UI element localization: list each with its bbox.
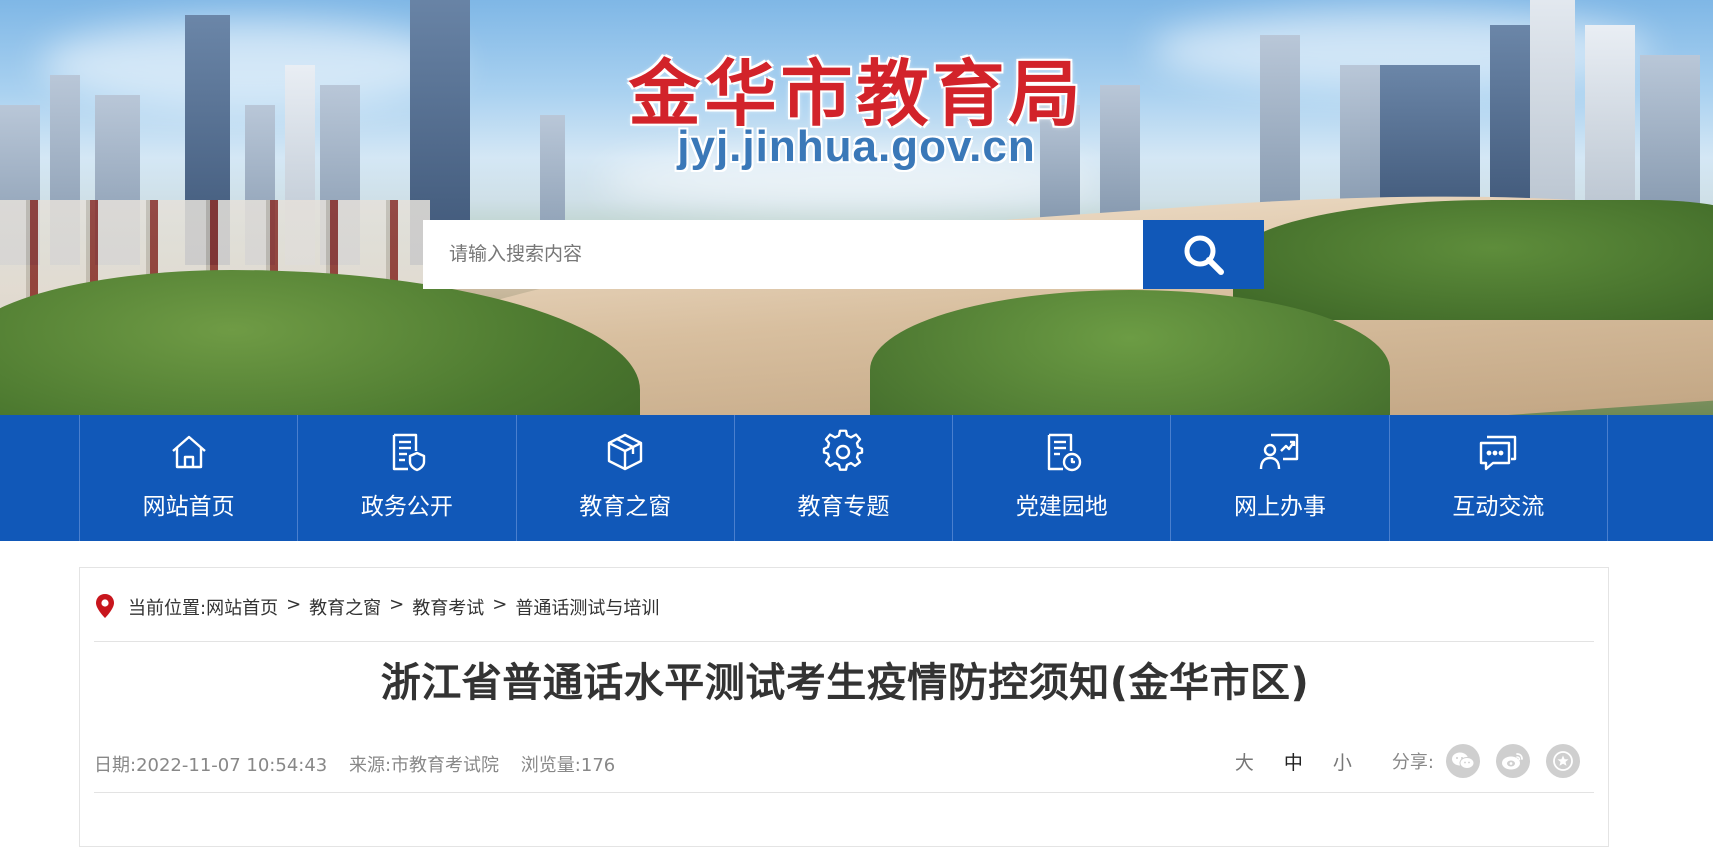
search-icon — [1184, 235, 1224, 275]
nav-label: 教育之窗 — [579, 494, 672, 520]
article-panel: 当前位置: 网站首页 > 教育之窗 > 教育考试 > 普通话测试与培训 浙江省普… — [79, 567, 1609, 847]
nav-item-government-affairs[interactable]: 政务公开 — [298, 415, 517, 541]
breadcrumb-separator: > — [492, 594, 508, 615]
nav-label: 网站首页 — [142, 494, 235, 520]
main-nav: 网站首页 政务公开 教育之窗 教育专题 党建园地 网上办事 互动交流 — [0, 415, 1713, 541]
nav-item-home[interactable]: 网站首页 — [80, 415, 299, 541]
nav-label: 互动交流 — [1452, 494, 1545, 520]
font-size-large-button[interactable]: 大 — [1235, 748, 1254, 775]
wechat-icon — [1452, 752, 1475, 769]
breadcrumb-home[interactable]: 网站首页 — [206, 594, 278, 620]
breadcrumb-mandarin-test[interactable]: 普通话测试与培训 — [515, 594, 659, 620]
nav-item-online-services[interactable]: 网上办事 — [1171, 415, 1390, 541]
nav-item-interaction[interactable]: 互动交流 — [1390, 415, 1608, 541]
article-date: 日期:2022-11-07 10:54:43 — [94, 755, 328, 776]
breadcrumb-education-exams[interactable]: 教育考试 — [412, 594, 484, 620]
article-title: 浙江省普通话水平测试考生疫情防控须知(金华市区) — [380, 660, 1310, 706]
font-size-small-button[interactable]: 小 — [1333, 748, 1352, 775]
search-button[interactable] — [1143, 220, 1264, 289]
breadcrumb-separator: > — [286, 594, 302, 615]
breadcrumb-education-window[interactable]: 教育之窗 — [309, 594, 381, 620]
chat-icon — [1480, 435, 1517, 471]
breadcrumb-prefix: 当前位置: — [128, 598, 207, 619]
document-shield-icon — [392, 433, 426, 472]
gear-icon — [823, 429, 864, 471]
nav-item-party-building[interactable]: 党建园地 — [953, 415, 1172, 541]
nav-label: 政务公开 — [360, 494, 453, 520]
home-icon — [171, 435, 206, 469]
location-pin-icon — [96, 594, 114, 618]
article-source: 来源:市教育考试院 — [348, 755, 500, 776]
search-bar — [423, 220, 1264, 289]
site-domain: jyj.jinhua.gov.cn — [677, 122, 1036, 171]
document-clock-icon — [1047, 433, 1081, 472]
share-label: 分享: — [1391, 752, 1434, 773]
nav-label: 网上办事 — [1234, 494, 1327, 520]
breadcrumb: 当前位置: 网站首页 > 教育之窗 > 教育考试 > 普通话测试与培训 — [94, 594, 1594, 642]
nav-item-education-topics[interactable]: 教育专题 — [735, 415, 954, 541]
article-views: 浏览量:176 — [520, 755, 616, 776]
font-size-medium-button[interactable]: 中 — [1284, 748, 1303, 775]
breadcrumb-separator: > — [389, 594, 405, 615]
share-favorite-button[interactable] — [1546, 744, 1580, 778]
share-weibo-button[interactable] — [1496, 744, 1530, 778]
favorite-star-icon — [1553, 751, 1573, 771]
search-input[interactable] — [423, 220, 1143, 289]
person-chart-icon — [1259, 433, 1299, 470]
weibo-icon — [1502, 753, 1523, 770]
nav-label: 党建园地 — [1015, 494, 1108, 520]
share-wechat-button[interactable] — [1446, 744, 1480, 778]
article-meta: 日期:2022-11-07 10:54:43 来源:市教育考试院 浏览量:176… — [94, 743, 1594, 793]
header-banner: 金华市教育局 jyj.jinhua.gov.cn — [0, 0, 1713, 415]
nav-label: 教育专题 — [797, 494, 890, 520]
nav-item-education-window[interactable]: 教育之窗 — [517, 415, 735, 541]
cube-icon — [608, 433, 643, 471]
